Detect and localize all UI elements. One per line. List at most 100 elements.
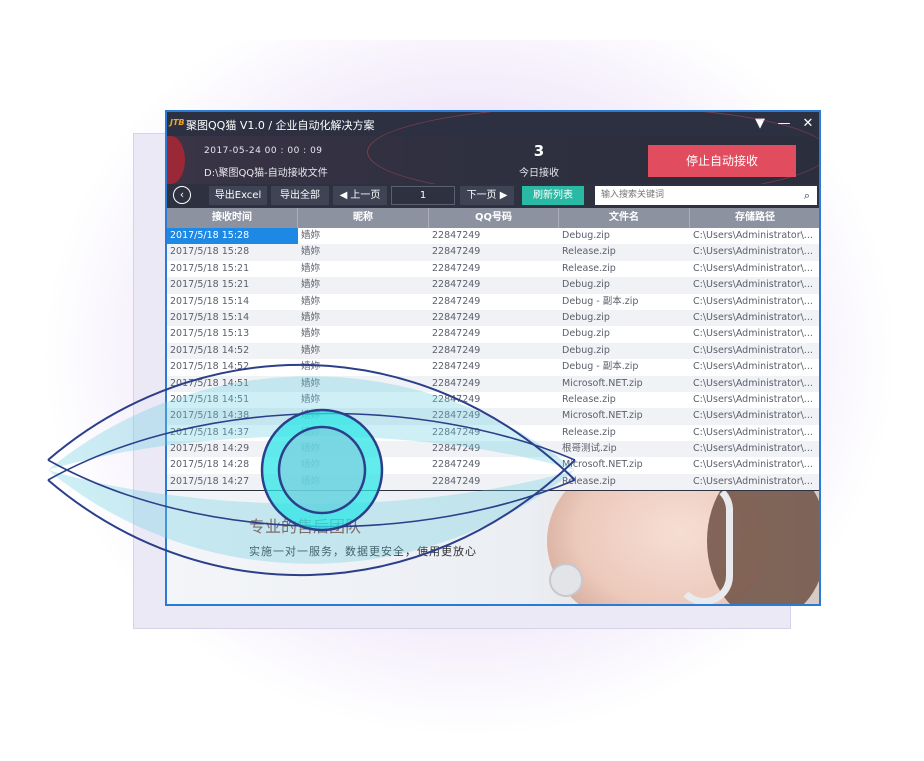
cell-nickname: 嫱妳 [301,344,321,356]
refresh-list-button[interactable]: 刷新列表 [522,186,584,205]
cell-file-name: 根哥测试.zip [562,443,617,455]
today-received-count: 3 [533,142,545,160]
cell-storage-path: C:\Users\Administrator\... [693,377,813,389]
table-row[interactable]: 2017/5/18 15:13 嫱妳 22847249 Debug.zip C:\Use… [167,326,819,343]
prev-page-button[interactable]: ◀ 上一页 [333,186,387,205]
cell-qq-number: 22847249 [432,410,481,422]
table-row[interactable]: 2017/5/18 15:21 嫱妳 22847249 Debug.zip C:\Use… [167,277,819,294]
toolbar: ‹ 导出Excel 导出全部 ◀ 上一页 1 下一页 ▶ 刷新列表 ⌕ [167,184,819,208]
cell-qq-number: 22847249 [432,230,481,241]
page-number-input[interactable]: 1 [391,186,455,205]
cell-storage-path: C:\Users\Administrator\... [693,279,813,291]
cell-received-time: 2017/5/18 15:28 [170,246,250,258]
cell-nickname: 嫱妳 [301,230,321,241]
cell-qq-number: 22847249 [432,344,481,356]
header-storage-path[interactable]: 存储路径 [690,208,819,228]
cell-nickname: 嫱妳 [301,295,321,307]
table-row[interactable]: 2017/5/18 14:27 嫱妳 22847249 Release.zip C:\U… [167,473,819,491]
cell-storage-path: C:\Users\Administrator\... [693,230,813,241]
status-header: 2017-05-24 00 : 00 : 09 D:\聚图QQ猫-自动接收文件 … [167,112,819,198]
cell-qq-number: 22847249 [432,393,481,405]
table-row[interactable]: 2017/5/18 14:51 嫱妳 22847249 Release.zip C:\U… [167,391,819,409]
cell-received-time: 2017/5/18 14:51 [170,377,250,389]
headset-icon [675,491,733,604]
cell-file-name: Release.zip [562,262,616,274]
app-window: JTB 聚图QQ猫 V1.0 / 企业自动化解决方案 ▼ — ✕ 2017-05… [165,110,821,606]
cell-qq-number: 22847249 [432,459,481,471]
stop-auto-receive-button[interactable]: 停止自动接收 [648,145,796,177]
cell-file-name: Debug.zip [562,328,610,340]
table-row[interactable]: 2017/5/18 14:52 嫱妳 22847249 Debug - 副本.zip C… [167,359,819,376]
cell-storage-path: C:\Users\Administrator\... [693,426,813,438]
received-files-table: 接收时间 昵称 QQ号码 文件名 存储路径 2017/5/18 15:28 嫱妳 22847… [167,208,819,491]
cell-storage-path: C:\Users\Administrator\... [693,246,813,258]
cell-received-time: 2017/5/18 14:52 [170,344,250,356]
cell-storage-path: C:\Users\Administrator\... [693,361,813,373]
cell-nickname: 嫱妳 [301,361,321,373]
table-row[interactable]: 2017/5/18 15:14 嫱妳 22847249 Debug.zip C:\Use… [167,309,819,327]
back-icon[interactable]: ‹ [173,186,191,204]
cell-qq-number: 22847249 [432,361,481,373]
current-datetime: 2017-05-24 00 : 00 : 09 [204,146,323,156]
cell-nickname: 嫱妳 [301,393,321,405]
header-file-name[interactable]: 文件名 [559,208,690,228]
cell-qq-number: 22847249 [432,443,481,455]
table-row[interactable]: 2017/5/18 15:14 嫱妳 22847249 Debug - 副本.zip C… [167,293,819,310]
cell-received-time: 2017/5/18 14:52 [170,361,250,373]
cell-received-time: 2017/5/18 15:21 [170,279,250,291]
cell-file-name: Microsoft.NET.zip [562,377,643,389]
cell-qq-number: 22847249 [432,328,481,340]
cell-file-name: Microsoft.NET.zip [562,410,643,422]
cell-storage-path: C:\Users\Administrator\... [693,443,813,455]
cell-received-time: 2017/5/18 15:14 [170,311,250,323]
cell-nickname: 嫱妳 [301,475,321,487]
promo-banner: 专业的售后团队 实施一对一服务，数据更安全，使用更放心 [167,491,819,604]
cell-received-time: 2017/5/18 14:27 [170,475,250,487]
header-accent [167,136,185,184]
header-received-time[interactable]: 接收时间 [167,208,298,228]
header-nickname[interactable]: 昵称 [298,208,429,228]
table-row[interactable]: 2017/5/18 15:28 嫱妳 22847249 Release.zip C:\U… [167,244,819,261]
cell-nickname: 嫱妳 [301,311,321,323]
export-excel-button[interactable]: 导出Excel [209,186,267,205]
cell-received-time: 2017/5/18 15:13 [170,328,250,340]
cell-nickname: 嫱妳 [301,443,321,455]
cell-qq-number: 22847249 [432,426,481,438]
cell-file-name: Release.zip [562,475,616,487]
cell-received-time: 2017/5/18 15:21 [170,262,250,274]
table-row[interactable]: 2017/5/18 14:51 嫱妳 22847249 Microsoft.NET.z… [167,375,819,392]
table-row[interactable]: 2017/5/18 15:21 嫱妳 22847249 Release.zip C:\U… [167,260,819,278]
window-title: 聚图QQ猫 V1.0 / 企业自动化解决方案 [186,119,375,132]
cell-storage-path: C:\Users\Administrator\... [693,410,813,422]
cell-qq-number: 22847249 [432,262,481,274]
cell-nickname: 嫱妳 [301,246,321,258]
cell-qq-number: 22847249 [432,246,481,258]
table-row[interactable]: 2017/5/18 15:28 嫱妳 22847249 Debug.zip C:\Use… [167,228,819,245]
table-row[interactable]: 2017/5/18 14:38 嫱妳 22847249 Microsoft.NET.z… [167,408,819,425]
table-row[interactable]: 2017/5/18 14:29 嫱妳 22847249 根哥测试.zip C:\User… [167,441,819,458]
cell-received-time: 2017/5/18 14:37 [170,426,250,438]
cell-file-name: Release.zip [562,393,616,405]
cell-received-time: 2017/5/18 15:14 [170,295,250,307]
cell-qq-number: 22847249 [432,475,481,487]
banner-title: 专业的售后团队 [249,517,362,536]
cell-file-name: Debug - 副本.zip [562,295,639,307]
cell-file-name: Microsoft.NET.zip [562,459,643,471]
cell-qq-number: 22847249 [432,279,481,291]
search-input[interactable] [595,186,797,205]
microphone-icon [549,563,583,597]
export-all-button[interactable]: 导出全部 [271,186,329,205]
table-row[interactable]: 2017/5/18 14:37 嫱妳 22847249 Release.zip C:\U… [167,424,819,442]
table-row[interactable]: 2017/5/18 14:28 嫱妳 22847249 Microsoft.NET.z… [167,457,819,474]
cell-nickname: 嫱妳 [301,459,321,471]
table-row[interactable]: 2017/5/18 14:52 嫱妳 22847249 Debug.zip C:\Use… [167,342,819,360]
banner-subtitle: 实施一对一服务，数据更安全，使用更放心 [249,545,477,558]
cell-qq-number: 22847249 [432,295,481,307]
next-page-button[interactable]: 下一页 ▶ [460,186,514,205]
search-icon[interactable]: ⌕ [797,186,817,205]
header-qq-number[interactable]: QQ号码 [429,208,559,228]
cell-received-time: 2017/5/18 14:38 [170,410,250,422]
cell-storage-path: C:\Users\Administrator\... [693,328,813,340]
cell-file-name: Debug.zip [562,344,610,356]
cell-file-name: Debug.zip [562,279,610,291]
